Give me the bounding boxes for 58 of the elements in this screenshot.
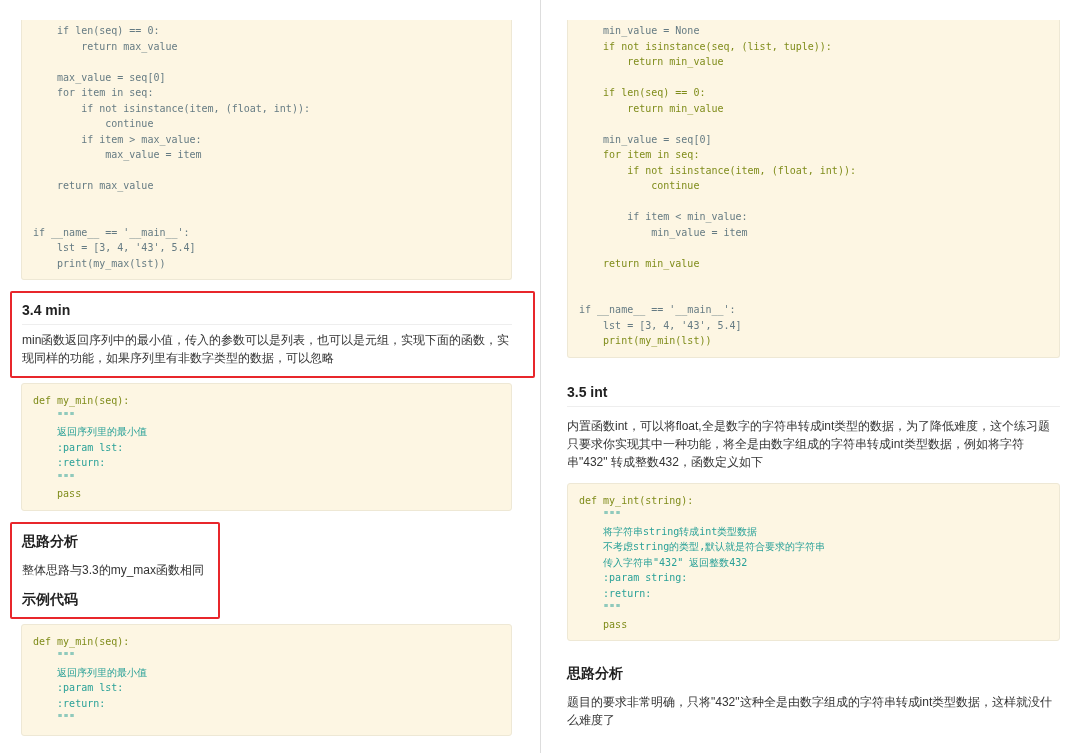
code-line: if __name__ == '__main__': <box>579 303 737 318</box>
code-line: def my_int(string): <box>579 493 695 508</box>
code-line: :param string: <box>602 571 689 585</box>
code-line: if item < min_value: <box>626 210 749 225</box>
code-line: if __name__ == '__main__': <box>33 225 191 240</box>
code-line: min_value = item <box>650 225 749 240</box>
code-line: """ <box>56 712 77 726</box>
paragraph-text: 题目的要求非常明确，只将"432"这种全是由数字组成的字符串转成int类型数据，这样就没什么难度了 <box>567 694 1054 729</box>
code-line: return min_value <box>626 101 725 116</box>
code-line: pass <box>602 617 629 632</box>
code-line: """ <box>56 650 77 664</box>
code-line: pass <box>56 487 83 501</box>
code-line: return max_value <box>56 179 155 194</box>
code-line: :param lst: <box>56 440 125 455</box>
code-line: continue <box>650 179 701 193</box>
code-line: :return: <box>56 456 107 470</box>
section-heading: 思路分析 <box>22 531 79 551</box>
code-line: min_value = seq[0] <box>602 132 713 147</box>
code-line: lst = [3, 4, '43', 5.4] <box>56 241 197 255</box>
code-line: for item in seq: <box>56 86 155 100</box>
code-line: min_value = None <box>602 24 701 39</box>
code-line: def my_min(seq): <box>33 394 131 409</box>
section-heading: 3.5 int <box>567 378 1060 407</box>
paragraph-text: min函数返回序列中的最小值，传入的参数可以是列表，也可以是元组，实现下面的函数，实现同样的功能，如果序列里有非数字类型的数据，可以忽略 <box>22 332 511 367</box>
code-line: max_value = item <box>104 148 203 163</box>
code-line: :return: <box>56 696 107 711</box>
code-line: if item > max_value: <box>80 132 203 147</box>
code-line: return min_value <box>602 256 701 271</box>
code-line: if not isinstance(item, (float, int)): <box>626 163 857 178</box>
code-line: :return: <box>602 586 653 601</box>
code-line: continue <box>104 117 155 131</box>
code-line: if len(seq) == 0: <box>602 86 707 100</box>
paragraph-text: 整体思路与3.3的my_max函数相同 <box>22 561 205 579</box>
code-line: 返回序列里的最小值 <box>56 425 149 439</box>
code-line: """ <box>602 509 623 523</box>
code-line: 传入字符串"432" 返回整数432 <box>602 555 749 570</box>
code-line: print(my_min(lst)) <box>602 334 713 349</box>
section-heading: 示例代码 <box>22 589 79 609</box>
code-line: return max_value <box>80 39 179 54</box>
code-line: if not isinstance(seq, (list, tuple)): <box>602 39 833 54</box>
code-line: max_value = seq[0] <box>56 70 167 85</box>
code-line: def my_min(seq): <box>33 634 131 649</box>
code-line: lst = [3, 4, '43', 5.4] <box>602 318 743 333</box>
code-line: :param lst: <box>56 681 125 695</box>
code-line: 返回序列里的最小值 <box>56 665 149 680</box>
section-heading: 3.4 min <box>22 297 512 325</box>
code-line: for item in seq: <box>602 148 701 162</box>
paragraph-text: 内置函数int，可以将float,全是数字的字符串转成int类型的数据，为了降低难度，这个练习题只要求你实现其中一种功能，将全是由数字组成的字符串转成int类型数据，例如将字符串"432" 转成整数432，函数定义如下 <box>567 417 1052 471</box>
code-line: return min_value <box>626 55 725 70</box>
code-line: """ <box>56 409 77 424</box>
code-line: """ <box>56 471 77 486</box>
section-heading: 思路分析 <box>567 664 624 683</box>
code-line: 将字符串string转成int类型数据 <box>602 524 759 539</box>
code-line: if not isinstance(item, (float, int)): <box>80 101 311 116</box>
code-line: print(my_max(lst)) <box>56 256 167 271</box>
code-line: """ <box>602 602 623 616</box>
code-line: 不考虑string的类型,默认就是符合要求的字符串 <box>602 540 827 554</box>
code-line: if len(seq) == 0: <box>56 24 161 38</box>
